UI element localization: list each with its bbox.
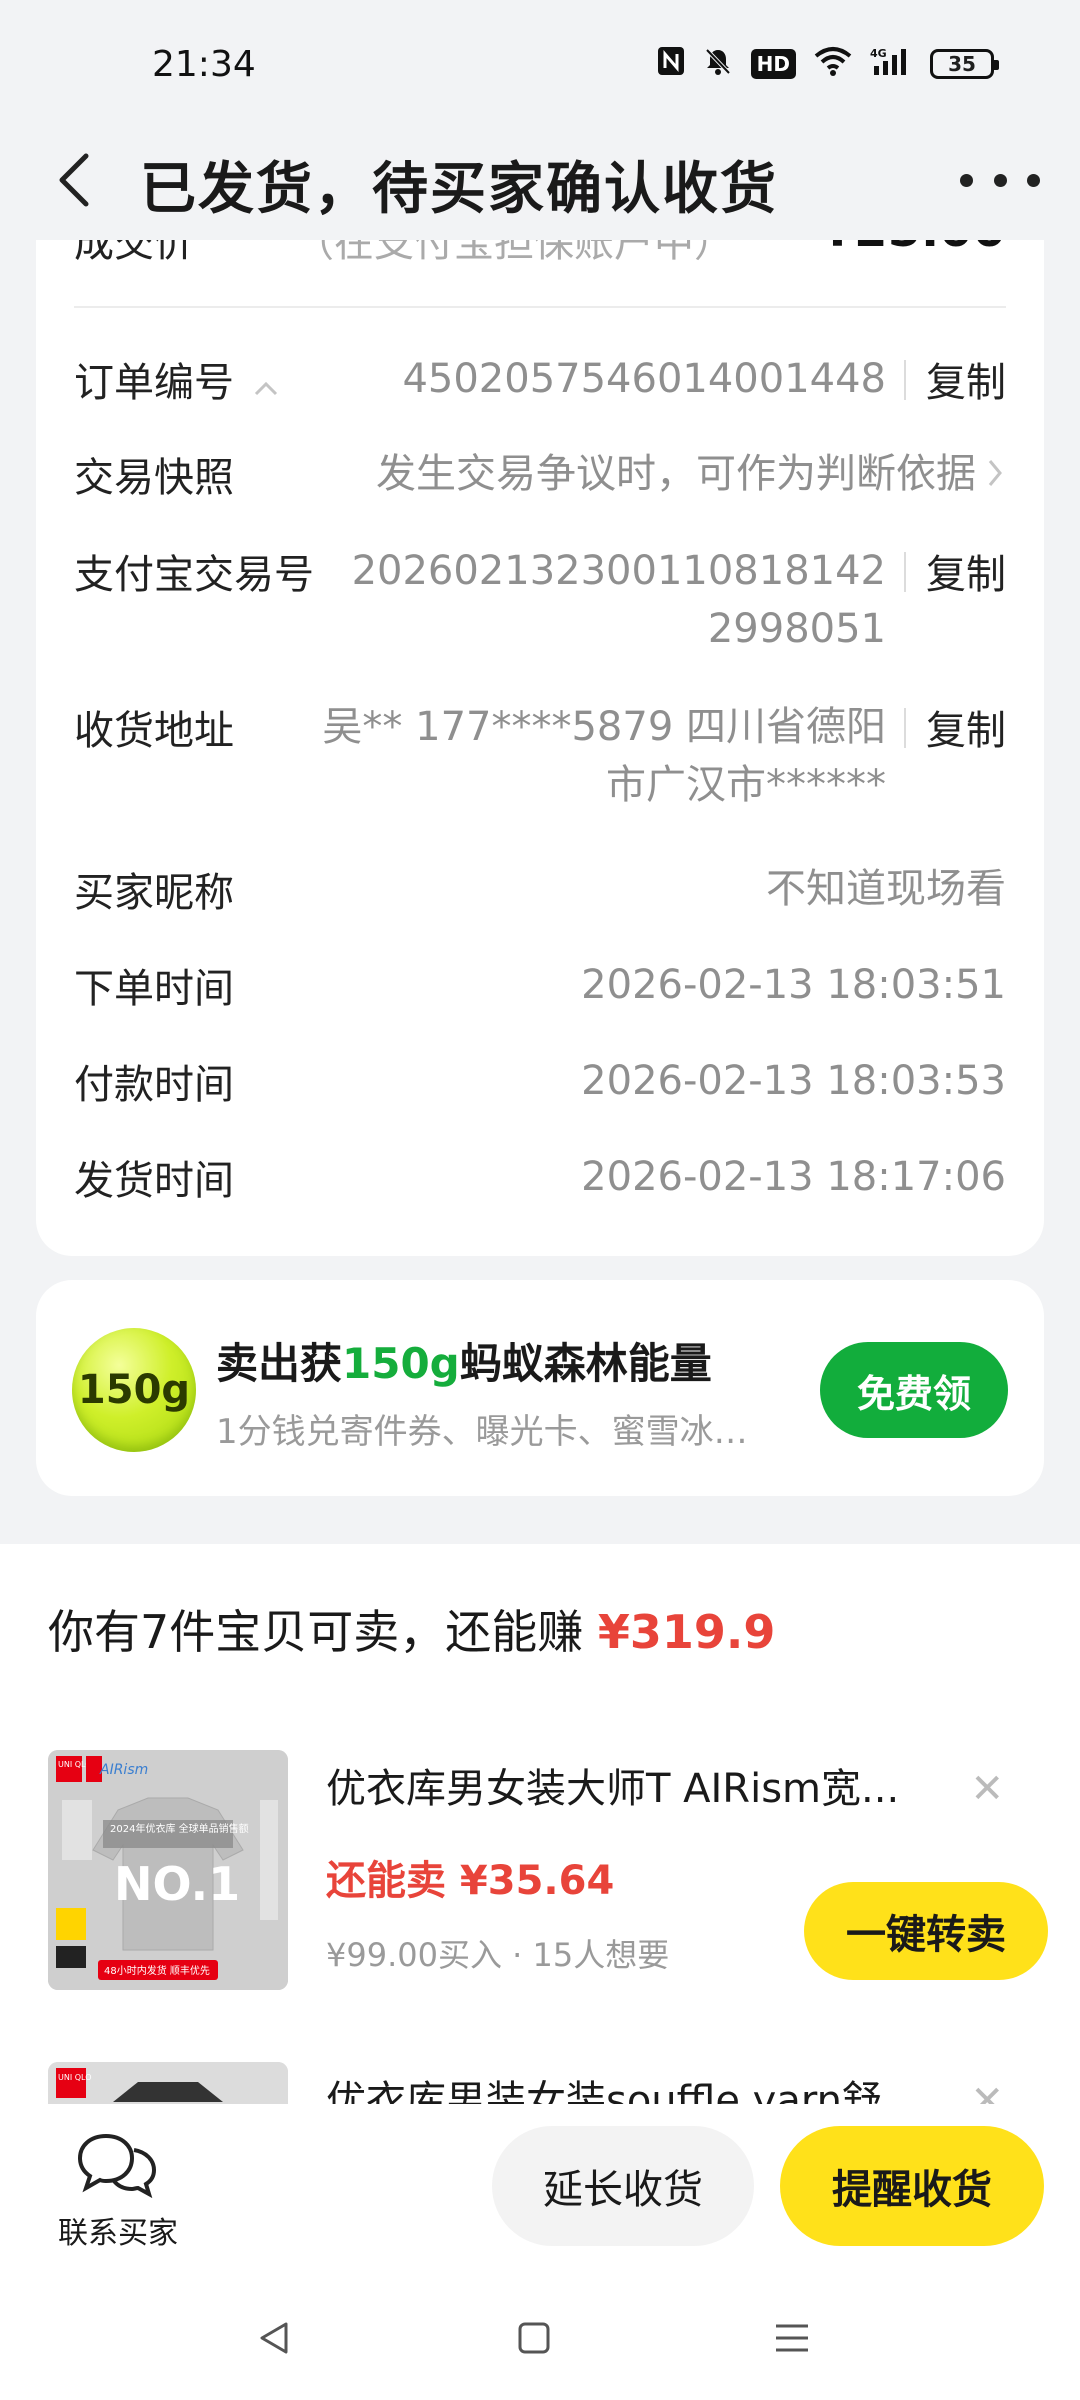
order-time-label: 下单时间 [74, 966, 234, 1012]
order-number-row: 订单编号 4502057546014001448 复制 [74, 350, 1006, 410]
signal-4g-icon: 4G [870, 46, 912, 82]
ant-forest-energy-card: 150g 卖出获150g蚂蚁森林能量 1分钱兑寄件券、曝光卡、蜜雪冰… 免费领 [36, 1280, 1044, 1496]
contact-buyer-label: 联系买家 [58, 2216, 178, 2251]
thumb-banner-text: 2024年优衣库 全球单品销售额 [110, 1822, 249, 1835]
address-label: 收货地址 [74, 708, 234, 754]
nav-home-icon[interactable] [504, 2308, 564, 2368]
buyer-nickname-value: 不知道现场看 [766, 866, 1006, 912]
alipay-trade-line1: 202602132300110818142 [351, 548, 886, 594]
ship-time-label: 发货时间 [74, 1158, 234, 1204]
resale-price: 还能卖 ¥35.64 [326, 1858, 615, 1904]
order-info-card: 成交价 （在支付宝担保账户中） ¥25.00 订单编号 450205754601… [36, 200, 1044, 1256]
pay-time-value: 2026-02-13 18:03:53 [581, 1058, 1006, 1104]
remind-receipt-button[interactable]: 提醒收货 [780, 2126, 1044, 2246]
thumb-no1-text: NO.1 [114, 1857, 240, 1911]
chat-icon [72, 2130, 162, 2204]
chevron-up-icon [252, 362, 280, 408]
more-options-icon[interactable] [960, 150, 1040, 210]
system-nav-bar [0, 2284, 1080, 2400]
copy-alipay-trade-button[interactable]: 复制 [926, 542, 1006, 600]
status-icons: HD 4G 35 [657, 46, 999, 82]
energy-subtitle: 1分钱兑寄件券、曝光卡、蜜雪冰… [216, 1412, 748, 1452]
mute-bell-icon [703, 46, 733, 82]
thumb-footer-text: 48小时内发货 顺丰优先 [104, 1964, 210, 1977]
address-line2: 市广汉市****** [606, 762, 886, 808]
status-time: 21:34 [152, 44, 256, 85]
energy-ball-icon: 150g [72, 1328, 196, 1452]
claim-free-button[interactable]: 免费领 [820, 1342, 1008, 1438]
alipay-trade-line2: 2998051 [707, 606, 886, 652]
alipay-trade-label: 支付宝交易号 [74, 552, 314, 598]
separator [904, 708, 906, 748]
snapshot-label: 交易快照 [74, 455, 234, 501]
order-time-row: 下单时间 2026-02-13 18:03:51 [74, 956, 1006, 1016]
back-icon[interactable] [44, 140, 104, 220]
page-header: 已发货，待买家确认收货 [0, 120, 1080, 240]
order-number-label[interactable]: 订单编号 [74, 350, 280, 408]
product-title[interactable]: 优衣库男女装大师T AIRism宽... [326, 1756, 926, 1814]
close-icon[interactable]: ✕ [970, 2078, 1004, 2104]
alipay-trade-row: 支付宝交易号 202602132300110818142 2998051 复制 [74, 542, 1006, 662]
snapshot-row[interactable]: 交易快照 发生交易争议时，可作为判断依据 [74, 445, 1006, 505]
ship-time-row: 发货时间 2026-02-13 18:17:06 [74, 1148, 1006, 1208]
buyer-nickname-row: 买家昵称 不知道现场看 [74, 860, 1006, 920]
product-meta: ¥99.00买入 · 15人想要 [326, 1936, 670, 1974]
order-number-value: 4502057546014001448 [402, 356, 886, 402]
thumb-line-text: AIRism [99, 1762, 148, 1778]
ship-time-value: 2026-02-13 18:17:06 [581, 1154, 1006, 1200]
address-line1: 吴** 177****5879 四川省德阳 [322, 704, 886, 750]
svg-text:4G: 4G [870, 47, 887, 60]
product-image[interactable]: UNI QLO AIRism 2024年优衣库 全球单品销售额 NO.1 48小… [48, 1750, 288, 1990]
wifi-icon [814, 46, 852, 82]
nfc-icon [657, 46, 685, 82]
separator [904, 552, 906, 592]
nav-back-icon[interactable] [244, 2308, 304, 2368]
copy-address-button[interactable]: 复制 [926, 698, 1006, 756]
energy-title: 卖出获150g蚂蚁森林能量 [216, 1339, 712, 1388]
address-row: 收货地址 吴** 177****5879 四川省德阳 市广汉市****** 复制 [74, 698, 1006, 818]
one-click-resell-button[interactable]: 一键转卖 [804, 1882, 1048, 1980]
copy-order-number-button[interactable]: 复制 [926, 350, 1006, 408]
buyer-nickname-label: 买家昵称 [74, 870, 234, 916]
product-image[interactable]: UNI QLO [48, 2062, 288, 2104]
status-bar: 21:34 HD 4G 35 [0, 0, 1080, 130]
hd-badge: HD [750, 49, 796, 79]
extend-receipt-button[interactable]: 延长收货 [492, 2126, 754, 2246]
divider [74, 306, 1006, 308]
pay-time-row: 付款时间 2026-02-13 18:03:53 [74, 1052, 1006, 1112]
product-title[interactable]: 优衣库男装女装souffle yarn舒... [326, 2068, 926, 2104]
nav-recents-icon[interactable] [762, 2308, 822, 2368]
bottom-action-bar: 联系买家 延长收货 提醒收货 [0, 2104, 1080, 2284]
battery-indicator: 35 [930, 49, 999, 79]
snapshot-value: 发生交易争议时，可作为判断依据 [376, 451, 976, 497]
close-icon[interactable]: ✕ [970, 1766, 1004, 1812]
contact-buyer-button[interactable]: 联系买家 [48, 2130, 188, 2251]
resell-section: 你有7件宝贝可卖，还能赚 ¥319.9 UNI QLO AIRism 2024年… [0, 1544, 1080, 2104]
page-title: 已发货，待买家确认收货 [140, 157, 778, 222]
order-time-value: 2026-02-13 18:03:51 [581, 962, 1006, 1008]
pay-time-label: 付款时间 [74, 1062, 234, 1108]
resell-item[interactable]: UNI QLO AIRism 2024年优衣库 全球单品销售额 NO.1 48小… [48, 1750, 1048, 1990]
resell-heading: 你有7件宝贝可卖，还能赚 ¥319.9 [48, 1605, 776, 1659]
separator [904, 360, 906, 400]
chevron-right-icon [986, 453, 1006, 503]
resell-item[interactable]: UNI QLO 优衣库男装女装souffle yarn舒... ✕ [48, 2062, 1048, 2104]
uniqlo-logo: UNI QLO [58, 2073, 92, 2082]
